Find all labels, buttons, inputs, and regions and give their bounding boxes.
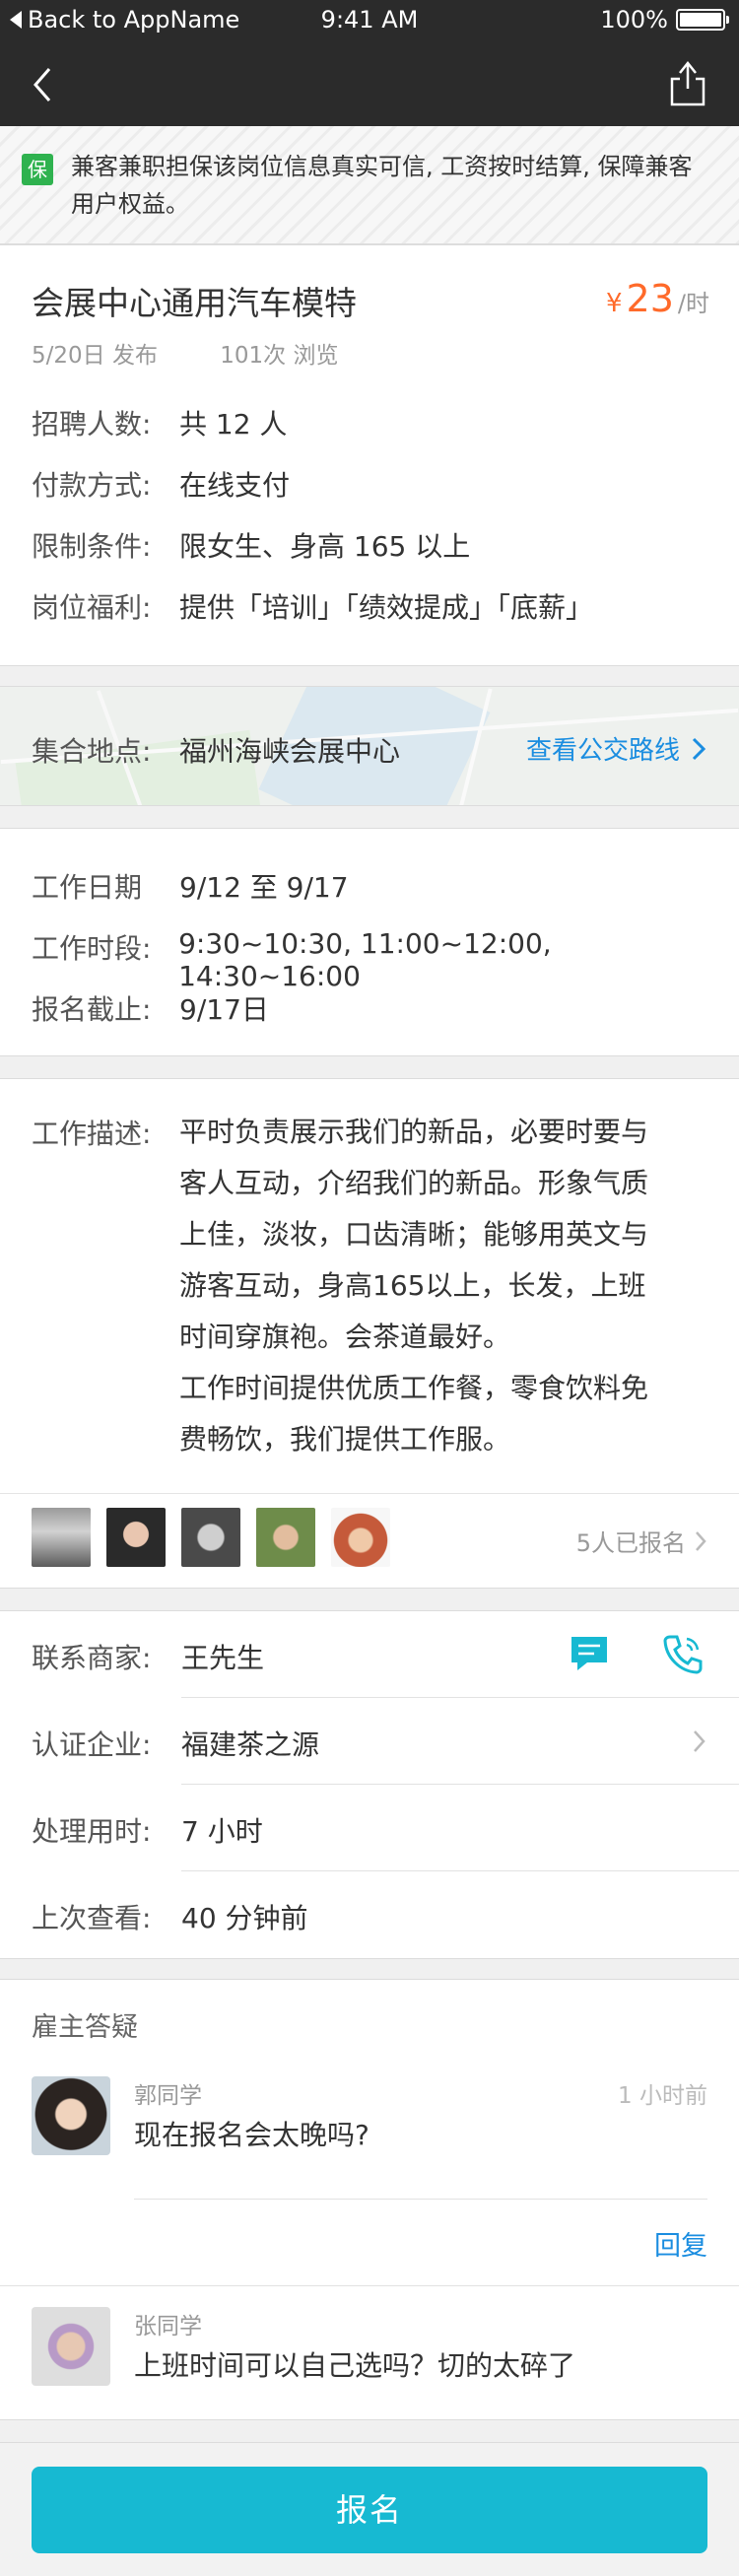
- chevron-right-icon: [696, 1530, 706, 1551]
- asker-name: 郭同学: [134, 2083, 202, 2109]
- applicant-avatar: [106, 1508, 166, 1567]
- chevron-right-icon: [692, 737, 706, 760]
- avatar: [32, 2307, 110, 2386]
- reply-button[interactable]: 回复: [654, 2224, 707, 2263]
- job-meta: 5/20日 发布 101次 浏览: [32, 336, 394, 370]
- description-line: 平时负责展示我们的新品，必要时要与: [179, 1116, 649, 1148]
- applicant-avatar: [181, 1508, 240, 1567]
- nav-bar: [0, 43, 739, 126]
- schedule-value: 9/12 至 9/17: [179, 871, 349, 904]
- description-line: 客人互动，介绍我们的新品。形象气质: [179, 1167, 649, 1199]
- description-label: 工作描述:: [32, 1118, 152, 1150]
- detail-label: 招聘人数:: [32, 408, 152, 441]
- merchant-label: 联系商家:: [32, 1642, 152, 1674]
- contact-card: 联系商家: 王先生 认证企业: 福建茶之源 处理用时: 7 小时 上次查看: 4…: [0, 1610, 739, 1959]
- detail-row-benefits: 岗位福利: 提供「培训」「绩效提成」「底薪」: [32, 586, 593, 626]
- last-seen-value: 40 分钟前: [181, 1902, 308, 1934]
- currency-symbol: ¥: [606, 289, 623, 318]
- detail-label: 岗位福利:: [32, 591, 152, 624]
- qa-item: 郭同学 1 小时前 现在报名会太晚吗?: [0, 2076, 739, 2204]
- description-line: 费畅饮，我们提供工作服。: [179, 1423, 511, 1456]
- chevron-right-icon: [694, 1730, 705, 1752]
- applicants-row[interactable]: 5人已报名: [0, 1493, 739, 1582]
- company-row[interactable]: 认证企业: 福建茶之源: [0, 1698, 739, 1785]
- avatar: [32, 2076, 110, 2155]
- detail-label: 限制条件:: [32, 530, 152, 563]
- schedule-card: 工作日期 9/12 至 9/17 工作时段: 9:30~10:30, 11:00…: [0, 828, 739, 1056]
- price-value: 23: [626, 277, 674, 320]
- employer-qa-card: 雇主答疑 郭同学 1 小时前 现在报名会太晚吗? 回复 张同学 上班时间可以自己…: [0, 1979, 739, 2420]
- bus-route-link[interactable]: 查看公交路线: [526, 730, 709, 767]
- job-description-card: 工作描述: 平时负责展示我们的新品，必要时要与 客人互动，介绍我们的新品。形象气…: [0, 1078, 739, 1589]
- detail-row-payment: 付款方式: 在线支付: [32, 464, 290, 504]
- description-line: 游客互动，身高165以上，长发，上班: [179, 1269, 646, 1302]
- qa-item: 张同学 上班时间可以自己选吗？切的太碎了: [0, 2307, 739, 2406]
- schedule-row-deadline: 报名截止: 9/17日: [32, 988, 269, 1028]
- description-line: 工作时间提供优质工作餐，零食饮料免: [179, 1372, 649, 1404]
- status-bar: Back to AppName 9:41 AM 100%: [0, 0, 739, 43]
- price-unit: /时: [677, 290, 709, 317]
- schedule-value: 9:30~10:30, 11:00~12:00, 14:30~16:00: [178, 927, 552, 992]
- battery-percent: 100%: [600, 6, 668, 34]
- company-label: 认证企业:: [32, 1729, 152, 1761]
- phone-icon[interactable]: [660, 1631, 705, 1676]
- company-name: 福建茶之源: [181, 1729, 320, 1761]
- applicants-count: 5人已报名: [575, 1529, 686, 1557]
- schedule-label: 工作日期: [32, 871, 143, 904]
- schedule-label: 报名截止:: [32, 993, 152, 1026]
- job-price: ¥ 23 /时: [606, 277, 709, 320]
- description-text: 平时负责展示我们的新品，必要时要与 客人互动，介绍我们的新品。形象气质 上佳，淡…: [179, 1107, 711, 1465]
- description-line: 上佳，淡妆，口齿清晰；能够用英文与: [179, 1218, 649, 1251]
- detail-value: 限女生、身高 165 以上: [179, 530, 471, 563]
- detail-row-requirements: 限制条件: 限女生、身高 165 以上: [32, 525, 470, 565]
- schedule-label: 工作时段:: [32, 932, 152, 965]
- detail-value: 提供「培训」「绩效提成」「底薪」: [179, 591, 594, 624]
- chat-icon[interactable]: [568, 1633, 611, 1674]
- schedule-value: 9/17日: [179, 993, 269, 1026]
- last-seen-row: 上次查看: 40 分钟前: [0, 1871, 739, 1958]
- job-info-card: 会展中心通用汽车模特 ¥ 23 /时 5/20日 发布 101次 浏览 招聘人数…: [0, 244, 739, 666]
- merchant-row: 联系商家: 王先生: [0, 1611, 739, 1698]
- process-time-row: 处理用时: 7 小时: [0, 1785, 739, 1871]
- job-title: 会展中心通用汽车模特: [32, 284, 357, 322]
- view-count: 101次 浏览: [220, 343, 339, 369]
- divider: [0, 2285, 739, 2286]
- signup-button[interactable]: 报名: [32, 2467, 707, 2553]
- share-icon[interactable]: [666, 57, 709, 108]
- location-address: 福州海峡会展中心: [179, 735, 401, 768]
- divider: [134, 2199, 707, 2200]
- guarantee-notice: 保 兼客兼职担保该岗位信息真实可信, 工资按时结算, 保障兼客用户权益。: [0, 126, 739, 244]
- guarantee-text: 兼客兼职担保该岗位信息真实可信, 工资按时结算, 保障兼客用户权益。: [71, 153, 693, 218]
- applicants-count-link[interactable]: 5人已报名: [576, 1524, 709, 1558]
- process-time-value: 7 小时: [181, 1815, 263, 1848]
- bottom-action-bar: 报名: [0, 2442, 739, 2576]
- description-line: 时间穿旗袍。会茶道最好。: [179, 1321, 511, 1353]
- chevron-left-icon[interactable]: [24, 61, 63, 108]
- detail-label: 付款方式:: [32, 469, 152, 502]
- battery-fill: [680, 13, 721, 27]
- question-text: 上班时间可以自己选吗？切的太碎了: [134, 2349, 576, 2382]
- detail-value: 共 12 人: [179, 408, 288, 441]
- schedule-row-dates: 工作日期 9/12 至 9/17: [32, 866, 349, 906]
- process-time-label: 处理用时:: [32, 1815, 152, 1848]
- question-text: 现在报名会太晚吗?: [134, 2119, 370, 2151]
- applicant-avatar: [256, 1508, 315, 1567]
- posted-date: 5/20日 发布: [32, 343, 158, 369]
- bus-route-label: 查看公交路线: [525, 736, 680, 766]
- meeting-location-card[interactable]: 集合地点: 福州海峡会展中心 查看公交路线: [0, 686, 739, 806]
- battery-status: 100%: [600, 6, 729, 34]
- applicant-avatar: [32, 1508, 91, 1567]
- detail-value: 在线支付: [179, 469, 291, 502]
- location-label: 集合地点:: [32, 735, 152, 768]
- detail-row-headcount: 招聘人数: 共 12 人: [32, 403, 287, 442]
- asker-name: 张同学: [134, 2314, 202, 2339]
- guarantee-badge-icon: 保: [22, 154, 53, 185]
- applicant-avatar: [331, 1508, 390, 1567]
- schedule-row-hours: 工作时段: 9:30~10:30, 11:00~12:00, 14:30~16:…: [32, 927, 739, 992]
- battery-icon: [676, 9, 729, 31]
- last-seen-label: 上次查看:: [32, 1902, 152, 1934]
- question-time: 1 小时前: [618, 2083, 707, 2109]
- merchant-name: 王先生: [181, 1642, 265, 1674]
- qa-title: 雇主答疑: [32, 2012, 138, 2043]
